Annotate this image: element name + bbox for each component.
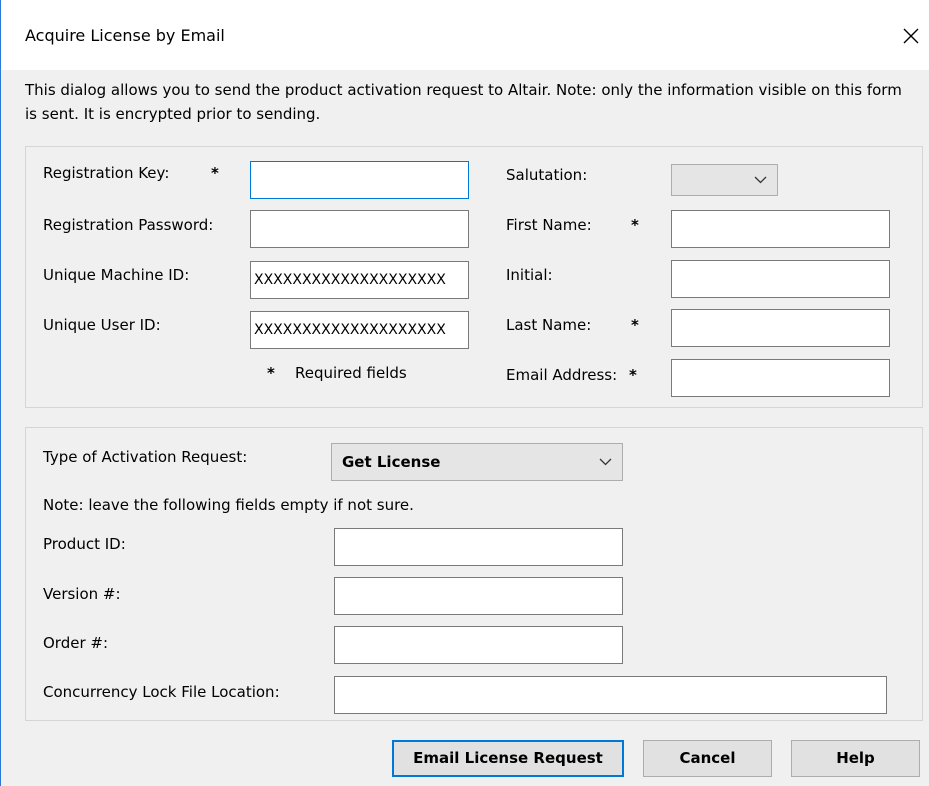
registration-password-input[interactable] bbox=[250, 210, 469, 248]
unique-user-id-field[interactable]: XXXXXXXXXXXXXXXXXXXX bbox=[250, 311, 469, 349]
required-marker: * bbox=[211, 164, 219, 182]
registration-key-label: Registration Key: bbox=[43, 164, 170, 182]
initial-label: Initial: bbox=[506, 266, 553, 284]
required-fields-note: Required fields bbox=[295, 364, 407, 382]
cancel-button[interactable]: Cancel bbox=[643, 740, 772, 777]
activation-type-dropdown[interactable]: Get License bbox=[331, 443, 623, 481]
optional-fields-note: Note: leave the following fields empty i… bbox=[43, 496, 414, 514]
close-button[interactable] bbox=[897, 22, 925, 50]
product-id-input[interactable] bbox=[334, 528, 623, 566]
first-name-label: First Name: bbox=[506, 216, 592, 234]
initial-input[interactable] bbox=[671, 260, 890, 298]
email-address-input[interactable] bbox=[671, 359, 890, 397]
registration-password-label: Registration Password: bbox=[43, 216, 214, 234]
last-name-label: Last Name: bbox=[506, 316, 592, 334]
dialog-description: This dialog allows you to send the produ… bbox=[25, 81, 902, 123]
salutation-dropdown[interactable] bbox=[671, 164, 778, 196]
product-id-label: Product ID: bbox=[43, 535, 126, 553]
order-input[interactable] bbox=[334, 626, 623, 664]
activation-type-label: Type of Activation Request: bbox=[43, 448, 248, 466]
lock-file-location-input[interactable] bbox=[334, 676, 887, 714]
lock-file-location-label: Concurrency Lock File Location: bbox=[43, 683, 280, 701]
title-bar: Acquire License by Email bbox=[1, 0, 929, 70]
first-name-input[interactable] bbox=[671, 210, 890, 248]
help-button[interactable]: Help bbox=[791, 740, 920, 777]
chevron-down-icon bbox=[754, 176, 767, 184]
required-marker: * bbox=[631, 216, 639, 234]
unique-machine-id-label: Unique Machine ID: bbox=[43, 266, 190, 284]
salutation-label: Salutation: bbox=[506, 166, 588, 184]
email-address-label: Email Address: bbox=[506, 366, 618, 384]
chevron-down-icon bbox=[599, 458, 612, 466]
required-marker: * bbox=[631, 316, 639, 334]
registration-key-input[interactable] bbox=[250, 161, 469, 199]
required-marker: * bbox=[267, 364, 275, 382]
last-name-input[interactable] bbox=[671, 309, 890, 347]
unique-machine-id-field[interactable]: XXXXXXXXXXXXXXXXXXXX bbox=[250, 261, 469, 299]
required-marker: * bbox=[629, 366, 637, 384]
order-label: Order #: bbox=[43, 634, 109, 652]
acquire-license-dialog: Acquire License by Email This dialog all… bbox=[0, 0, 929, 786]
activation-type-value: Get License bbox=[342, 453, 441, 471]
version-label: Version #: bbox=[43, 585, 121, 603]
close-icon bbox=[903, 28, 919, 44]
window-title: Acquire License by Email bbox=[25, 26, 225, 45]
version-input[interactable] bbox=[334, 577, 623, 615]
email-license-request-button[interactable]: Email License Request bbox=[392, 740, 624, 777]
unique-user-id-label: Unique User ID: bbox=[43, 316, 161, 334]
